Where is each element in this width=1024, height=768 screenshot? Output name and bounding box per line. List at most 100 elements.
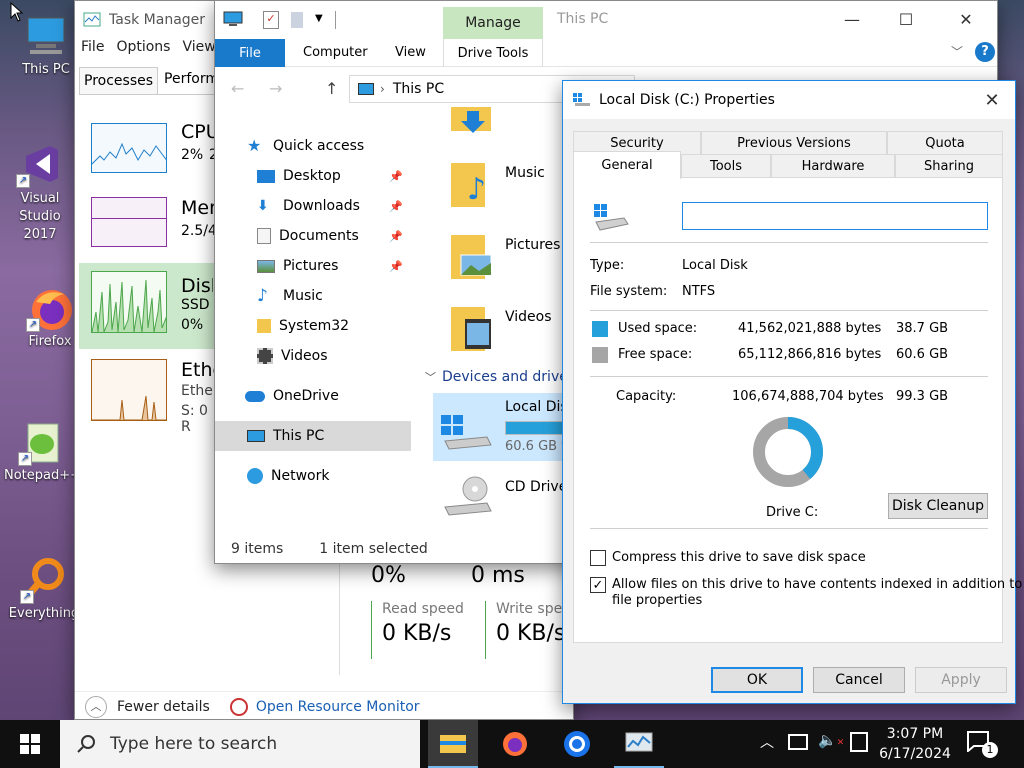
clipboard-tray-icon[interactable] — [850, 732, 868, 752]
nav-music[interactable]: ♪ Music — [215, 281, 415, 311]
capacity-gb: 99.3 GB — [896, 389, 949, 404]
ribbon-tab-computer[interactable]: Computer — [303, 45, 368, 60]
tab-sharing[interactable]: Sharing — [895, 154, 1003, 177]
folder-tile-downloads[interactable] — [449, 107, 497, 137]
desktop-icon-notepad[interactable]: ↗ Notepad++ — [4, 418, 81, 483]
ok-button[interactable]: OK — [711, 667, 803, 693]
videos-folder-icon — [447, 301, 495, 353]
up-arrow-icon[interactable]: ↑ — [325, 79, 338, 98]
desktop-icon-everything[interactable]: ↗ Everything — [6, 556, 82, 621]
clock[interactable]: 3:07 PM 6/17/2024 — [878, 724, 952, 764]
cd-drive-icon — [439, 473, 493, 523]
tab-previous-versions[interactable]: Previous Versions — [701, 131, 887, 154]
ribbon-tab-file[interactable]: File — [215, 39, 285, 67]
pin-icon[interactable]: 📌 — [389, 230, 403, 243]
general-panel: Type: Local Disk File system: NTFS Used … — [573, 177, 1022, 643]
taskbar-task-manager[interactable] — [614, 720, 664, 768]
drive-name-input[interactable] — [682, 202, 988, 230]
nav-quick-access[interactable]: ★ Quick access — [215, 131, 415, 161]
explorer-title: This PC — [557, 11, 609, 27]
perf-item-sub: Ethernet — [181, 383, 215, 399]
compress-checkbox[interactable] — [590, 550, 606, 566]
open-resource-monitor-link[interactable]: Open Resource Monitor — [256, 699, 420, 715]
disk-usage-donut — [753, 417, 823, 487]
notification-center-button[interactable]: 1 — [966, 730, 998, 758]
explorer-titlebar[interactable]: ✓ ▼ Manage This PC — ☐ ✕ — [215, 1, 997, 39]
read-speed-label: Read speed — [382, 601, 464, 617]
ribbon-tab-drive-tools[interactable]: Drive Tools — [443, 39, 543, 67]
memory-graph — [91, 197, 167, 247]
menu-options[interactable]: Options — [116, 39, 170, 65]
desktop-icon-visual-studio[interactable]: ↗ Visual Studio 2017 — [2, 140, 78, 244]
active-time-value: 0% — [371, 563, 406, 588]
desktop-icon-this-pc[interactable]: This PC — [8, 12, 84, 77]
desktop-icon-label: Visual Studio 2017 — [19, 191, 61, 242]
qat-dropdown-icon[interactable]: ▼ — [315, 13, 323, 24]
desktop-icon-label: Everything — [8, 606, 80, 621]
tab-processes[interactable]: Processes — [79, 67, 159, 94]
help-icon[interactable]: ? — [975, 42, 995, 62]
maximize-button[interactable]: ☐ — [883, 3, 929, 35]
notepad-plus-plus-icon: ↗ — [18, 418, 66, 466]
manage-contextual-tab[interactable]: Manage — [443, 7, 543, 39]
minimize-button[interactable]: — — [829, 3, 875, 35]
close-button[interactable]: ✕ — [943, 3, 989, 35]
network-tray-icon[interactable] — [788, 734, 808, 750]
nav-system32[interactable]: System32 — [215, 311, 415, 341]
close-button[interactable]: ✕ — [969, 84, 1015, 116]
used-space-bytes: 41,562,021,888 bytes — [738, 321, 882, 336]
chevron-up-icon[interactable]: ︿ — [760, 732, 774, 752]
search-placeholder: Type here to search — [110, 734, 278, 754]
taskbar-firefox[interactable] — [490, 720, 540, 768]
pictures-icon — [257, 259, 275, 273]
pin-icon[interactable]: 📌 — [389, 260, 403, 273]
nav-videos[interactable]: Videos — [215, 341, 415, 371]
chevron-up-icon[interactable]: ︿ — [85, 695, 107, 718]
pin-icon[interactable]: 📌 — [389, 170, 403, 183]
ribbon-expand-chevron-icon[interactable]: ﹀ — [951, 43, 963, 60]
volume-muted-icon[interactable]: 🔈✕ — [818, 731, 844, 749]
nav-downloads[interactable]: ⬇ Downloads 📌 — [215, 191, 415, 221]
nav-label: Downloads — [283, 198, 360, 214]
nav-network[interactable]: Network — [215, 461, 415, 491]
start-button[interactable] — [0, 720, 60, 768]
chrome-icon — [564, 731, 590, 757]
properties-titlebar[interactable]: Local Disk (C:) Properties ✕ — [563, 81, 1015, 119]
tab-hardware[interactable]: Hardware — [771, 154, 895, 177]
menu-view[interactable]: View — [182, 39, 215, 65]
taskbar-chrome[interactable] — [552, 720, 602, 768]
nav-onedrive[interactable]: OneDrive — [215, 381, 415, 411]
ribbon-tab-view[interactable]: View — [395, 45, 426, 60]
chevron-down-icon: ﹀ — [425, 371, 436, 384]
nav-desktop[interactable]: Desktop 📌 — [215, 161, 415, 191]
address-text: This PC — [392, 81, 445, 97]
pin-icon[interactable]: 📌 — [389, 200, 403, 213]
task-manager-menubar: File Options View — [75, 39, 216, 65]
file-system-value: NTFS — [682, 284, 716, 299]
back-arrow-icon[interactable]: ← — [231, 79, 244, 98]
index-checkbox[interactable]: ✓ — [590, 577, 606, 593]
fewer-details-link[interactable]: Fewer details — [117, 699, 210, 715]
nav-label: Documents — [279, 228, 359, 244]
local-disk-icon — [439, 407, 493, 451]
cancel-button[interactable]: Cancel — [813, 667, 905, 693]
nav-label: This PC — [273, 428, 325, 444]
status-item-count: 9 items — [231, 541, 284, 557]
taskbar-file-explorer[interactable] — [428, 720, 478, 768]
section-header-label: Devices and drives — [442, 369, 576, 385]
tab-tools[interactable]: Tools — [681, 154, 771, 177]
disk-cleanup-button[interactable]: Disk Cleanup — [888, 493, 988, 519]
menu-file[interactable]: File — [81, 39, 104, 65]
properties-quick-icon[interactable]: ✓ — [263, 11, 279, 29]
search-box[interactable]: Type here to search — [60, 720, 420, 768]
devices-drives-header[interactable]: ﹀ Devices and drives — [425, 369, 575, 385]
nav-documents[interactable]: Documents 📌 — [215, 221, 415, 251]
nav-this-pc[interactable]: This PC — [215, 421, 411, 451]
new-folder-quick-icon[interactable] — [291, 12, 303, 28]
separator — [590, 376, 988, 377]
nav-pictures[interactable]: Pictures 📌 — [215, 251, 415, 281]
tab-general[interactable]: General — [573, 151, 681, 179]
apply-button[interactable]: Apply — [915, 667, 1007, 693]
tab-quota[interactable]: Quota — [887, 131, 1003, 154]
forward-arrow-icon[interactable]: → — [269, 79, 282, 98]
